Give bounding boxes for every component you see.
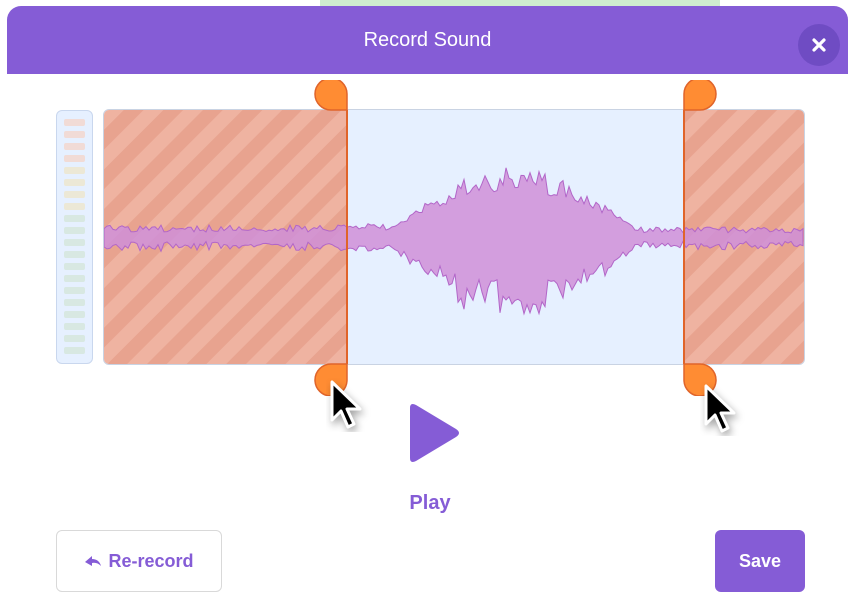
mouse-pointer-icon: [330, 380, 362, 429]
volume-meter-segment: [64, 179, 85, 186]
volume-meter-segment: [64, 155, 85, 162]
volume-meter-segment: [64, 323, 85, 330]
volume-meter-segment: [64, 119, 85, 126]
volume-meter-segment: [64, 143, 85, 150]
volume-meter-segment: [64, 287, 85, 294]
volume-meter-segment: [64, 335, 85, 342]
volume-meter-segment: [64, 167, 85, 174]
trim-handle-end-top[interactable]: [681, 80, 717, 112]
save-button[interactable]: Save: [715, 530, 805, 592]
trim-handle-icon: [683, 80, 717, 111]
dialog-header: Record Sound: [7, 6, 848, 74]
waveform-editor[interactable]: [103, 109, 805, 365]
mouse-pointer-icon: [704, 384, 736, 433]
close-button[interactable]: [798, 24, 840, 66]
play-icon: [410, 404, 459, 462]
volume-meter-segment: [64, 263, 85, 270]
volume-meter-segment: [64, 191, 85, 198]
volume-meter-segment: [64, 131, 85, 138]
volume-meter-segment: [64, 203, 85, 210]
volume-meter-segment: [64, 311, 85, 318]
trim-handle-icon: [314, 80, 348, 111]
volume-meter-segment: [64, 347, 85, 354]
play-label: Play: [409, 492, 451, 514]
trim-handle-start-top[interactable]: [314, 80, 350, 112]
volume-meter-segment: [64, 251, 85, 258]
volume-meter-segment: [64, 299, 85, 306]
close-icon: [812, 38, 826, 52]
save-label: Save: [738, 550, 782, 571]
rerecord-button[interactable]: Re-record: [56, 530, 222, 592]
volume-meter-segment: [64, 227, 85, 234]
play-button[interactable]: [400, 400, 464, 470]
dialog-title: Record Sound: [363, 29, 492, 51]
volume-meter-segment: [64, 215, 85, 222]
rerecord-label: Re-record: [108, 550, 194, 571]
volume-meter-segment: [64, 239, 85, 246]
undo-arrow-icon: [85, 556, 102, 566]
volume-meter-segment: [64, 275, 85, 282]
volume-meter: [56, 110, 93, 364]
waveform-canvas: [104, 110, 804, 364]
